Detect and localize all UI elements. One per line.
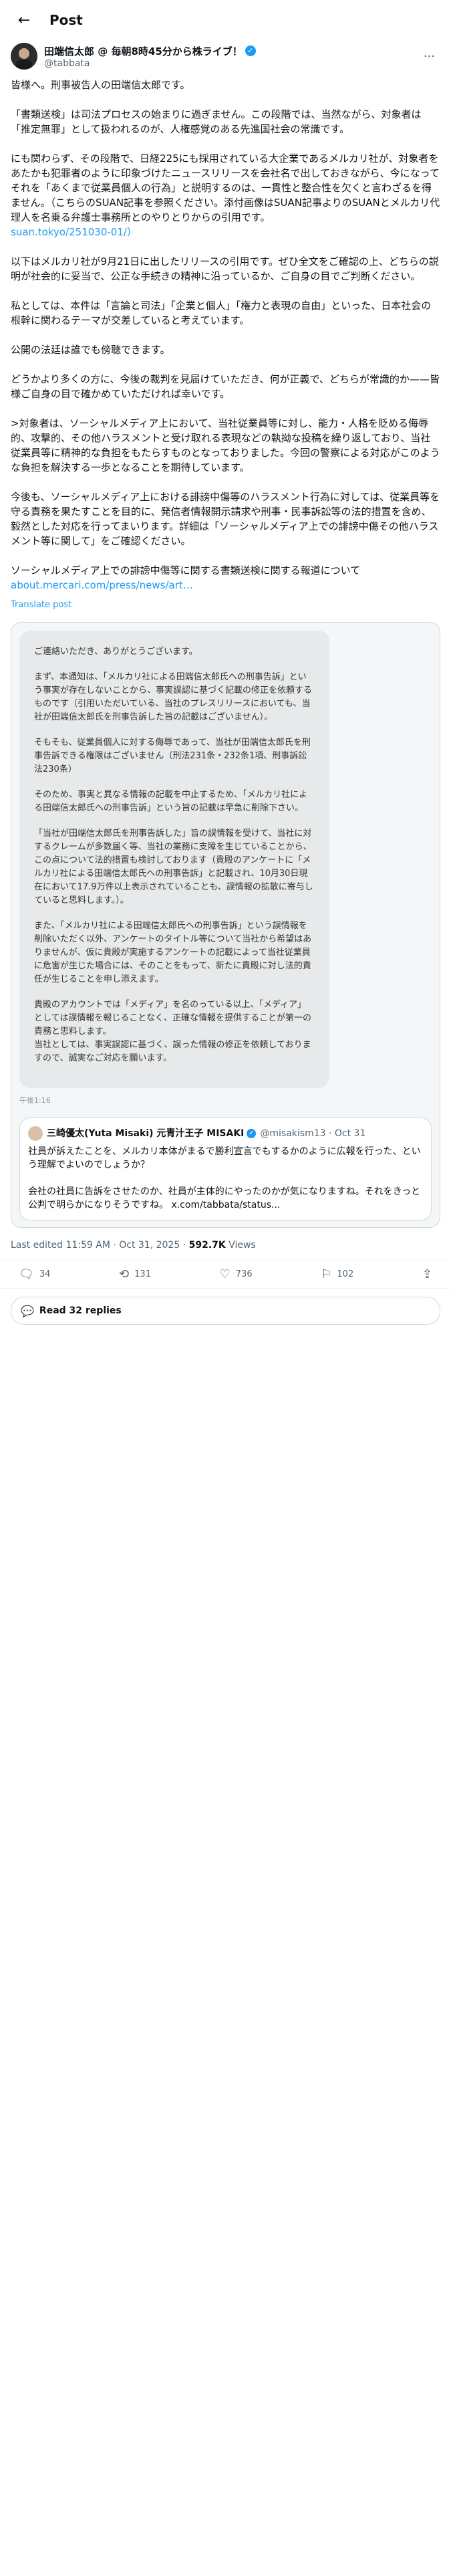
suan-link[interactable]: suan.tokyo/251030-01/） [11, 226, 137, 238]
quote-handle: @misakism13 · Oct 31 [260, 1128, 366, 1139]
post-paragraph: 私としては、本件は「言論と司法」「企業と個人」「権力と表現の自由」といった、日本… [11, 300, 432, 326]
quote-text: 社員が訴えたことを、メルカリ本体がまるで勝利宣言でもするかのように広報を行った、… [28, 1146, 421, 1210]
verified-icon: ✓ [245, 45, 256, 56]
quoted-post[interactable]: 三崎優太(Yuta Misaki) 元青汁王子 MISAKI ✓ @misaki… [19, 1117, 432, 1220]
speech-bubble-icon: 💬 [21, 1304, 34, 1317]
page-title: Post [49, 12, 83, 28]
avatar[interactable] [11, 43, 37, 70]
post-paragraph: ソーシャルメディア上での誹謗中傷等に関する書類送検に関する報道について about… [11, 563, 440, 593]
attached-image-message[interactable]: ご連絡いただき、ありがとうございます。 まず、本通知は、「メルカリ社による田端信… [19, 631, 329, 1088]
repost-icon: ⟲ [119, 1267, 130, 1281]
post-media-card: ご連絡いただき、ありがとうございます。 まず、本通知は、「メルカリ社による田端信… [11, 622, 440, 1228]
post-meta: Last edited 11:59 AM · Oct 31, 2025 · 59… [0, 1228, 451, 1261]
post-timestamp[interactable]: Last edited 11:59 AM · Oct 31, 2025 · [11, 1240, 189, 1251]
author-handle[interactable]: @tabbata [44, 58, 418, 69]
post-paragraph: 公開の法廷は誰でも傍聴できます。 [11, 344, 170, 356]
quote-author-name: 三崎優太(Yuta Misaki) 元青汁王子 MISAKI [47, 1128, 245, 1139]
post-author: 田端信太郎 @ 毎朝8時45分から株ライブ！ ✓ @tabbata ··· [0, 40, 451, 70]
post-paragraph-text: ソーシャルメディア上での誹謗中傷等に関する書類送検に関する報道について [11, 564, 361, 576]
share-icon: ⇪ [422, 1267, 432, 1281]
like-button[interactable]: ♡ 736 [220, 1267, 253, 1281]
repost-button[interactable]: ⟲ 131 [119, 1267, 151, 1281]
post-paragraph-text: にも関わらず、その段階で、日経225にも採用されている大企業であるメルカリ社が、… [11, 152, 440, 223]
post-paragraph: 以下はメルカリ社が9月21日に出したリリースの引用です。ぜひ全文をご確認の上、ど… [11, 255, 439, 282]
share-button[interactable]: ⇪ [422, 1267, 432, 1281]
author-text: 田端信太郎 @ 毎朝8時45分から株ライブ！ ✓ @tabbata [44, 44, 418, 69]
post-header: ← Post [0, 0, 451, 40]
bookmark-button[interactable]: ⚐ 102 [321, 1267, 353, 1281]
read-replies-label: Read 32 replies [39, 1305, 122, 1316]
image-text: そのため、事実と異なる情報の記載を中止するため、「メルカリ社による田端信太郎氏へ… [34, 790, 308, 813]
read-replies-button[interactable]: 💬 Read 32 replies [11, 1297, 440, 1325]
heart-icon: ♡ [219, 1267, 231, 1281]
post-paragraph: 今後も、ソーシャルメディア上における誹謗中傷等のハラスメント行為に対しては、従業… [11, 491, 440, 547]
reply-count: 34 [39, 1269, 51, 1279]
back-arrow-icon[interactable]: ← [11, 7, 37, 33]
bookmark-icon: ⚐ [321, 1267, 332, 1281]
bookmark-count: 102 [337, 1269, 354, 1279]
image-timestamp: 午後1:16 [19, 1096, 51, 1105]
views-count: 592.7K [188, 1240, 226, 1251]
post-paragraph: >対象者は、ソーシャルメディア上において、当社従業員等に対し、能力・人格を貶める… [11, 417, 440, 473]
repost-count: 131 [134, 1269, 151, 1279]
mercari-press-link[interactable]: about.mercari.com/press/news/art… [11, 579, 193, 591]
post-body: 皆様へ。刑事被告人の田端信太郎です。 「書類送検」は司法プロセスの始まりに過ぎま… [0, 70, 451, 1228]
reply-button[interactable]: 🗨 34 [19, 1267, 50, 1281]
image-text: 貴殿のアカウントでは「メディア」を名のっている以上、「メディア」としては誤情報を… [34, 1000, 311, 1063]
quote-avatar [28, 1126, 43, 1141]
post-paragraph: 皆様へ。刑事被告人の田端信太郎です。 [11, 79, 190, 91]
like-count: 736 [235, 1269, 253, 1279]
quote-author-row: 三崎優太(Yuta Misaki) 元青汁王子 MISAKI ✓ @misaki… [28, 1126, 423, 1141]
action-bar: 🗨 34 ⟲ 131 ♡ 736 ⚐ 102 ⇪ [0, 1261, 451, 1289]
post-paragraph: どうかより多くの方に、今後の裁判を見届けていただき、何が正義で、どちらが常識的か… [11, 373, 440, 400]
verified-icon: ✓ [247, 1129, 257, 1138]
reply-icon: 🗨 [19, 1267, 34, 1281]
image-text: 「当社が田端信太郎氏を刑事告訴した」旨の誤情報を受けて、当社に対するクレームが多… [34, 829, 313, 905]
image-text: そもそも、従業員個人に対する侮辱であって、当社が田端信太郎氏を刑事告訴できる権限… [34, 738, 311, 774]
author-name-row: 田端信太郎 @ 毎朝8時45分から株ライブ！ ✓ [44, 44, 418, 58]
image-text: また、「メルカリ社による田端信太郎氏への刑事告訴」という誤情報を削除いただく以外… [34, 921, 312, 984]
views-label: Views [225, 1240, 256, 1251]
image-text: まず、本通知は、「メルカリ社による田端信太郎氏への刑事告訴」という事実が存在しな… [34, 672, 313, 722]
post-paragraph: にも関わらず、その段階で、日経225にも採用されている大企業であるメルカリ社が、… [11, 151, 440, 239]
post-paragraph: 「書類送検」は司法プロセスの始まりに過ぎません。この段階では、当然ながら、対象者… [11, 108, 422, 135]
author-name[interactable]: 田端信太郎 @ 毎朝8時45分から株ライブ！ [44, 44, 243, 58]
image-text: ご連絡いただき、ありがとうございます。 [34, 647, 198, 657]
translate-post-link[interactable]: Translate post [11, 598, 440, 613]
more-options-icon[interactable]: ··· [418, 49, 440, 64]
